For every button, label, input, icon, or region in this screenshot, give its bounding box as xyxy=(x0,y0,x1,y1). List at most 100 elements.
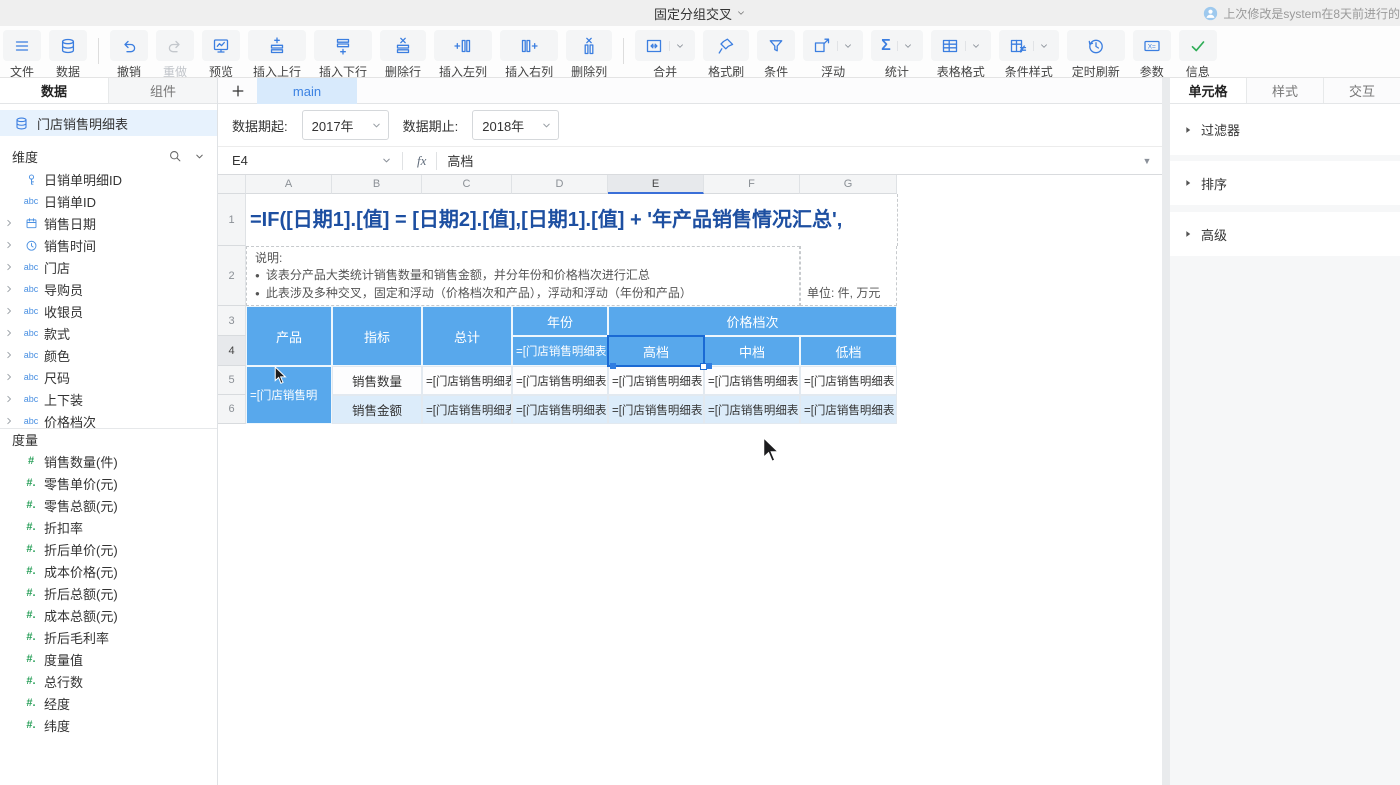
search-icon[interactable] xyxy=(168,149,182,163)
dimension-field-item[interactable]: abc颜色 xyxy=(0,344,217,366)
data-cell[interactable]: =[门店销售明细表 xyxy=(800,366,897,395)
add-sheet-button[interactable] xyxy=(228,82,248,100)
inspector-tab-单元格[interactable]: 单元格 xyxy=(1170,78,1246,103)
measure-field-item[interactable]: #销售数量(件) xyxy=(0,450,217,472)
measure-field-item[interactable]: #.折后毛利率 xyxy=(0,626,217,648)
cell-a1-title-formula[interactable]: =IF([日期1].[值] = [日期2].[值],[日期1].[值] + '年… xyxy=(246,194,897,246)
dimension-field-item[interactable]: 日销单明细ID xyxy=(0,168,217,190)
data-cell[interactable]: =[门店销售明细表 xyxy=(800,395,897,424)
vertical-scrollbar[interactable] xyxy=(1162,78,1170,785)
cell-note[interactable]: 说明:●该表分产品大类统计销售数量和销售金额，并分年份和价格档次进行汇总●此表涉… xyxy=(246,246,800,306)
toolbar-button-undo[interactable]: 撤销 xyxy=(110,30,148,78)
header-cell-metric[interactable]: 指标 xyxy=(332,306,422,366)
dimension-field-item[interactable]: abc上下装 xyxy=(0,388,217,410)
header-cell-total[interactable]: 总计 xyxy=(422,306,512,366)
inspector-section-高级[interactable]: 高级 xyxy=(1170,212,1400,256)
column-header-E[interactable]: E xyxy=(608,175,704,194)
data-cell[interactable]: =[门店销售明细表 xyxy=(422,366,512,395)
dataset-item[interactable]: 门店销售明细表 xyxy=(0,110,217,136)
sidebar-tab-组件[interactable]: 组件 xyxy=(108,78,217,103)
toolbar-button-insert-row-below[interactable]: 插入下行 xyxy=(314,30,372,78)
toolbar-button-insert-col-right[interactable]: 插入右列 xyxy=(500,30,558,78)
toolbar-button-preview[interactable]: 预览 xyxy=(202,30,240,78)
param-select-0[interactable]: 2017年 xyxy=(302,110,389,140)
cell-reference-box[interactable]: E4 xyxy=(218,153,402,168)
float-handle[interactable] xyxy=(706,363,712,369)
header-cell-year[interactable]: 年份 xyxy=(512,306,608,336)
dimension-field-item[interactable]: 销售日期 xyxy=(0,212,217,234)
row-header-3[interactable]: 3 xyxy=(218,306,246,336)
param-select-1[interactable]: 2018年 xyxy=(472,110,559,140)
dimension-field-item[interactable]: abc尺码 xyxy=(0,366,217,388)
header-cell-price-level[interactable]: 价格档次 xyxy=(608,306,897,336)
inspector-section-排序[interactable]: 排序 xyxy=(1170,161,1400,205)
formula-expand-button[interactable]: ▼ xyxy=(1132,156,1162,166)
measure-field-item[interactable]: #.零售总额(元) xyxy=(0,494,217,516)
cell-d4-year-formula[interactable]: =[门店销售明细表 xyxy=(512,336,608,366)
toolbar-button-sigma[interactable]: Σ统计 xyxy=(871,30,923,78)
data-cell[interactable]: =[门店销售明细表 xyxy=(512,366,608,395)
measure-field-item[interactable]: #.总行数 xyxy=(0,670,217,692)
float-handle[interactable] xyxy=(610,363,616,369)
dropdown-caret[interactable] xyxy=(897,41,913,51)
data-cell[interactable]: =[门店销售明细表 xyxy=(608,366,704,395)
toolbar-button-menu[interactable]: 文件 xyxy=(3,30,41,78)
measure-field-item[interactable]: #.零售单价(元) xyxy=(0,472,217,494)
data-cell[interactable]: =[门店销售明细表 xyxy=(608,395,704,424)
dropdown-caret[interactable] xyxy=(1033,41,1049,51)
toolbar-button-format-painter[interactable]: 格式刷 xyxy=(703,30,749,78)
sheet-tab-main[interactable]: main xyxy=(257,78,357,104)
column-header-A[interactable]: A xyxy=(246,175,332,194)
cell-f4[interactable]: 中档 xyxy=(704,336,800,366)
dimension-field-item[interactable]: 销售时间 xyxy=(0,234,217,256)
row-header-5[interactable]: 5 xyxy=(218,366,246,395)
dimension-field-item[interactable]: abc收银员 xyxy=(0,300,217,322)
dimension-field-item[interactable]: abc日销单ID xyxy=(0,190,217,212)
measure-field-item[interactable]: #.折扣率 xyxy=(0,516,217,538)
measure-field-item[interactable]: #.折后单价(元) xyxy=(0,538,217,560)
toolbar-button-merge[interactable]: 合并 xyxy=(635,30,695,78)
toolbar-button-check[interactable]: 信息 xyxy=(1179,30,1217,78)
toolbar-button-timed-refresh[interactable]: 定时刷新 xyxy=(1067,30,1125,78)
measure-field-item[interactable]: #.经度 xyxy=(0,692,217,714)
cell-a5-product-formula[interactable]: =[门店销售明 xyxy=(246,366,332,424)
row-header-2[interactable]: 2 xyxy=(218,246,246,306)
data-cell[interactable]: =[门店销售明细表 xyxy=(422,395,512,424)
dimension-field-item[interactable]: abc导购员 xyxy=(0,278,217,300)
toolbar-button-delete-row[interactable]: 删除行 xyxy=(380,30,426,78)
cell-b6-metric[interactable]: 销售金额 xyxy=(332,395,422,424)
row-header-1[interactable]: 1 xyxy=(218,194,246,246)
data-cell[interactable]: =[门店销售明细表 xyxy=(512,395,608,424)
dropdown-caret[interactable] xyxy=(837,41,853,51)
measure-field-item[interactable]: #.成本总额(元) xyxy=(0,604,217,626)
cell-b5-metric[interactable]: 销售数量 xyxy=(332,366,422,395)
toolbar-button-filter[interactable]: 条件 xyxy=(757,30,795,78)
dropdown-caret[interactable] xyxy=(965,41,981,51)
toolbar-button-table-format[interactable]: 表格格式 xyxy=(931,30,991,78)
measure-field-item[interactable]: #.纬度 xyxy=(0,714,217,736)
header-cell-product[interactable]: 产品 xyxy=(246,306,332,366)
inspector-tab-交互[interactable]: 交互 xyxy=(1323,78,1400,103)
measure-field-item[interactable]: #.折后总额(元) xyxy=(0,582,217,604)
grid-corner[interactable] xyxy=(218,175,246,194)
dimension-field-item[interactable]: abc门店 xyxy=(0,256,217,278)
chevron-down-icon[interactable] xyxy=(194,151,205,162)
measure-field-item[interactable]: #.度量值 xyxy=(0,648,217,670)
column-header-F[interactable]: F xyxy=(704,175,800,194)
sidebar-tab-数据[interactable]: 数据 xyxy=(0,78,108,103)
data-cell[interactable]: =[门店销售明细表 xyxy=(704,366,800,395)
toolbar-button-cond-style[interactable]: 条件样式 xyxy=(999,30,1059,78)
dimension-field-item[interactable]: abc价格档次 xyxy=(0,410,217,428)
cell-e4-selected[interactable]: 高档 xyxy=(608,336,704,366)
measure-field-item[interactable]: #.成本价格(元) xyxy=(0,560,217,582)
dropdown-caret[interactable] xyxy=(669,41,685,51)
data-cell[interactable]: =[门店销售明细表 xyxy=(704,395,800,424)
inspector-tab-样式[interactable]: 样式 xyxy=(1246,78,1323,103)
toolbar-button-insert-col-left[interactable]: 插入左列 xyxy=(434,30,492,78)
formula-input[interactable]: 高档 xyxy=(447,151,1132,170)
toolbar-button-insert-row-above[interactable]: 插入上行 xyxy=(248,30,306,78)
cell-unit[interactable]: 单位: 件, 万元 xyxy=(800,246,897,306)
column-header-C[interactable]: C xyxy=(422,175,512,194)
dimension-field-item[interactable]: abc款式 xyxy=(0,322,217,344)
toolbar-button-float[interactable]: 浮动 xyxy=(803,30,863,78)
